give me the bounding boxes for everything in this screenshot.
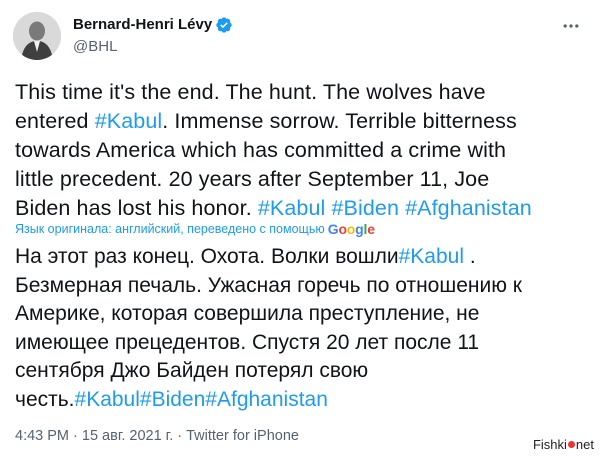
text-line: честь.#Kabul#Biden#Afghanistan [15,386,590,415]
translation-notice[interactable]: Язык оригинала: английский, переведено с… [15,219,375,239]
avatar[interactable] [13,12,61,60]
google-letter: g [355,221,364,237]
text-line: сентября Джо Байден потерял свою [15,357,590,386]
profile-photo [13,12,61,60]
tweet-source[interactable]: Twitter for iPhone [186,428,299,444]
text-segment: честь. [15,387,75,411]
text-segment: Biden has lost his honor. [15,196,258,220]
translated-text: На этот раз конец. Охота. Волки вошли#Ka… [15,243,590,414]
site-watermark: Fishki net [533,437,594,452]
google-letter: o [346,221,356,237]
hashtag-link[interactable]: #Kabul [258,196,326,220]
watermark-text-left: Fishki [532,437,567,452]
text-line: entered #Kabul. Immense sorrow. Terrible… [15,107,590,136]
text-segment: На этот раз конец. Охота. Волки вошли [15,245,399,268]
text-segment: towards America which has committed a cr… [15,138,507,162]
meta-separator: · [173,428,187,444]
text-segment: . Immense sorrow. Terrible bitterness [162,109,517,133]
text-segment: Америке, которая совершила преступление,… [15,302,480,325]
hashtag-link[interactable]: #Kabul [95,109,163,133]
text-line: Безмерная печаль. Ужасная горечь по отно… [15,272,590,301]
text-line: имеющее прецедентов. Спустя 20 лет после… [15,329,590,358]
watermark-text-right: net [575,437,594,452]
text-segment: little precedent. 20 years after Septemb… [15,167,490,191]
tweet-text: This time it's the end. The hunt. The wo… [15,78,590,223]
google-logo: Google [328,221,375,237]
text-segment: имеющее прецедентов. Спустя 20 лет после… [15,330,480,354]
meta-separator: · [69,428,82,444]
tweet-meta: 4:43 PM · 15 авг. 2021 г. · Twitter for … [15,428,299,444]
hashtag-link[interactable]: #Afghanistan [405,196,532,220]
text-segment: entered [15,109,95,133]
hashtag-link[interactable]: #Afghanistan [205,388,328,411]
tweet-date[interactable]: 15 авг. 2021 г. [82,428,173,444]
google-letter: o [338,221,347,237]
google-letter: G [327,221,339,237]
tweet-header: Bernard-Henri Lévy @BHL [13,11,586,61]
translation-notice-text: Язык оригинала: английский, переведено с… [15,222,325,236]
text-segment: сентября Джо Байден потерял свою [15,359,369,382]
watermark-dot [567,441,575,448]
text-segment: Безмерная печаль. Ужасная горечь по отно… [15,273,522,297]
author-handle[interactable]: @BHL [73,37,233,57]
text-line: На этот раз конец. Охота. Волки вошли#Ka… [15,243,590,272]
text-line: Америке, которая совершила преступление,… [15,300,590,329]
tweet-time[interactable]: 4:43 PM [15,428,69,444]
author-names: Bernard-Henri Lévy @BHL [73,15,233,57]
hashtag-link[interactable]: #Kabul [399,245,464,268]
google-letter: e [367,221,375,237]
more-options-icon[interactable] [560,15,582,37]
hashtag-link[interactable]: #Kabul [75,388,140,411]
text-line: towards America which has committed a cr… [15,136,590,165]
text-segment: This time it's the end. The hunt. The wo… [15,80,486,104]
text-segment: . [464,245,476,268]
text-line: little precedent. 20 years after Septemb… [15,165,590,194]
text-line: This time it's the end. The hunt. The wo… [15,78,590,107]
hashtag-link[interactable]: #Biden [331,196,399,220]
verified-badge-icon [215,16,233,34]
author-display-name[interactable]: Bernard-Henri Lévy [73,15,212,35]
hashtag-link[interactable]: #Biden [140,388,205,411]
